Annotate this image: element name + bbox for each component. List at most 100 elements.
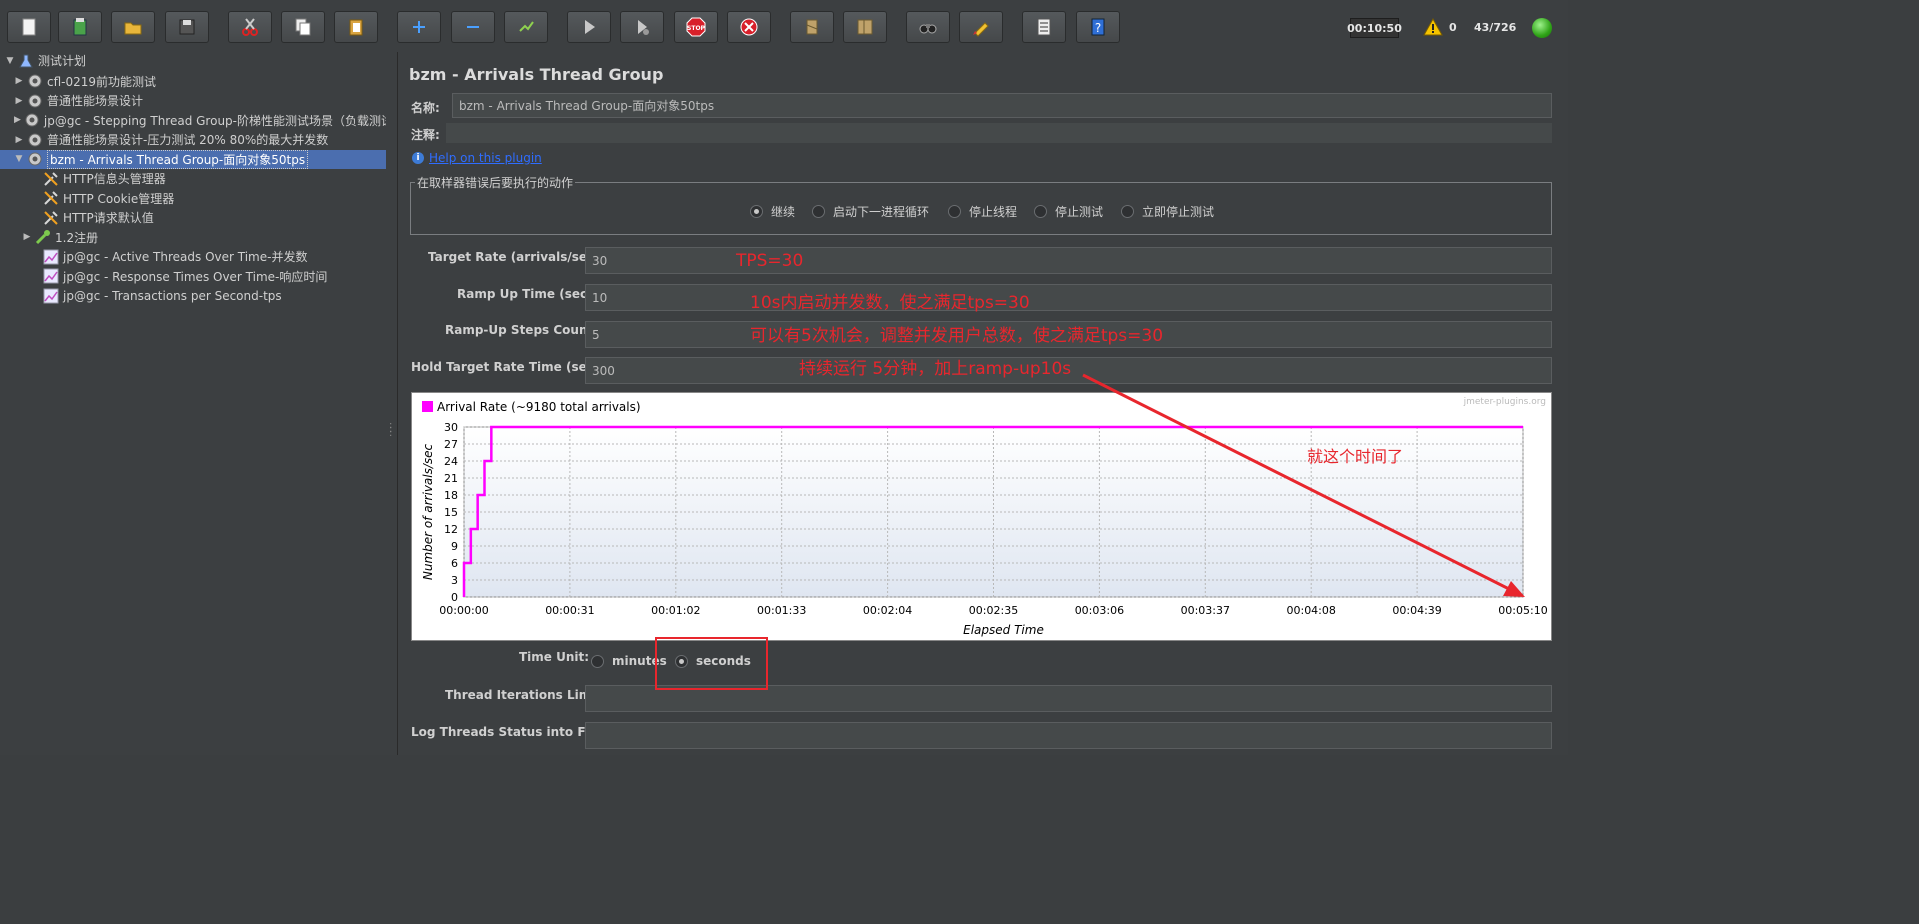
tree-item[interactable]: ▼ 测试计划 — [0, 51, 386, 70]
shutdown-button[interactable] — [727, 11, 771, 43]
graph-icon — [43, 268, 59, 284]
error-action-option[interactable]: 停止测试 — [1034, 203, 1103, 220]
tree-toggle-icon[interactable] — [30, 271, 40, 281]
legend-swatch — [422, 401, 433, 412]
pipette-icon — [35, 230, 50, 245]
search-button[interactable] — [906, 11, 950, 43]
tree-item[interactable]: ▼ bzm - Arrivals Thread Group-面向对象50tps — [0, 149, 386, 169]
collapse-all-icon — [467, 26, 479, 28]
graph-icon — [43, 249, 59, 264]
error-action-option[interactable]: 启动下一进程循环 — [812, 203, 929, 220]
start-button[interactable] — [567, 11, 611, 43]
help-link-row: i Help on this plugin — [412, 151, 542, 165]
shutdown-icon — [740, 18, 758, 36]
svg-text:?: ? — [1095, 21, 1101, 35]
tree-item[interactable]: HTTP请求默认值 — [0, 208, 386, 227]
clear-button[interactable] — [790, 11, 834, 43]
radio-button[interactable] — [948, 205, 961, 218]
tree-toggle-icon[interactable] — [30, 174, 40, 184]
tree-item[interactable]: HTTP Cookie管理器 — [0, 189, 386, 208]
tree-toggle-icon[interactable]: ▶ — [14, 115, 21, 125]
cut-icon — [242, 18, 258, 36]
tree-item-label: jp@gc - Stepping Thread Group-阶梯性能测试场景（负… — [43, 113, 386, 128]
tree-item-label: 普通性能场景设计-压力测试 20% 80%的最大并发数 — [47, 133, 329, 147]
tree-item-label: jp@gc - Response Times Over Time-响应时间 — [63, 269, 328, 284]
save-icon — [179, 19, 195, 35]
reset-search-button[interactable] — [959, 11, 1003, 43]
templates-button[interactable] — [58, 11, 102, 43]
x-tick-label: 00:00:00 — [439, 604, 488, 617]
tree-toggle-icon[interactable]: ▶ — [22, 232, 32, 242]
ramp-up-steps-label: Ramp-Up Steps Count: — [445, 323, 599, 337]
x-tick-label: 00:00:31 — [545, 604, 594, 617]
gear-icon — [25, 113, 39, 127]
paste-icon — [349, 19, 363, 36]
tree-toggle-icon[interactable]: ▶ — [14, 76, 24, 86]
tree-toggle-icon[interactable] — [30, 291, 40, 301]
new-button[interactable] — [7, 11, 51, 43]
help-button[interactable]: ? — [1076, 11, 1120, 43]
target-rate-field[interactable]: 30 — [585, 247, 1552, 274]
comment-label: 注释: — [411, 128, 440, 142]
x-tick-label: 00:01:02 — [651, 604, 700, 617]
copy-button[interactable] — [281, 11, 325, 43]
comment-field[interactable] — [446, 123, 1552, 143]
start-no-timers-button[interactable] — [620, 11, 664, 43]
x-tick-label: 00:01:33 — [757, 604, 806, 617]
y-tick-label: 9 — [451, 540, 458, 553]
help-on-plugin-link[interactable]: Help on this plugin — [429, 151, 542, 165]
tree-item[interactable]: jp@gc - Active Threads Over Time-并发数 — [0, 247, 386, 266]
tree-item[interactable]: ▶ 普通性能场景设计 — [0, 91, 386, 110]
expand-all-button[interactable] — [397, 11, 441, 43]
gear-icon — [28, 74, 42, 88]
clear-all-button[interactable] — [843, 11, 887, 43]
tree-toggle-icon[interactable] — [30, 213, 40, 223]
hold-time-label: Hold Target Rate Time (sec): — [411, 360, 605, 374]
error-action-option[interactable]: 继续 — [750, 203, 795, 220]
radio-button[interactable] — [1034, 205, 1047, 218]
target-rate-label: Target Rate (arrivals/sec): — [428, 250, 605, 264]
warning-icon[interactable] — [1423, 18, 1443, 36]
tree-item[interactable]: jp@gc - Response Times Over Time-响应时间 — [0, 267, 386, 286]
sampler-error-action-group: 在取样器错误后要执行的动作 继续 启动下一进程循环 停止线程 停止测试 立即停止测试 — [410, 174, 1552, 235]
radio-button[interactable] — [812, 205, 825, 218]
tree-toggle-icon[interactable] — [30, 193, 40, 203]
tree-toggle-icon[interactable]: ▼ — [14, 154, 24, 164]
tree-toggle-icon[interactable] — [30, 252, 40, 262]
log-threads-field[interactable] — [585, 722, 1552, 749]
tree-item[interactable]: ▶ 1.2注册 — [0, 228, 386, 247]
annotation-seconds-highlight — [655, 637, 768, 690]
function-helper-button[interactable] — [1022, 11, 1066, 43]
tree-item[interactable]: ▶ 普通性能场景设计-压力测试 20% 80%的最大并发数 — [0, 130, 386, 149]
start-icon — [585, 20, 595, 34]
open-button[interactable] — [111, 11, 155, 43]
radio-button[interactable] — [1121, 205, 1134, 218]
tree-item[interactable]: HTTP信息头管理器 — [0, 169, 386, 188]
tree-toggle-icon[interactable]: ▶ — [14, 135, 24, 145]
templates-icon — [73, 18, 87, 36]
error-action-label: 继续 — [771, 205, 796, 219]
tree-item[interactable]: ▶ cfl-0219前功能测试 — [0, 72, 386, 91]
radio-button[interactable] — [750, 205, 763, 218]
name-field[interactable]: bzm - Arrivals Thread Group-面向对象50tps — [452, 93, 1552, 118]
cut-button[interactable] — [228, 11, 272, 43]
tree-toggle-icon[interactable]: ▶ — [14, 96, 24, 106]
ramp-up-field[interactable]: 10 — [585, 284, 1552, 311]
save-button[interactable] — [165, 11, 209, 43]
tree-item[interactable]: ▶ jp@gc - Stepping Thread Group-阶梯性能测试场景（… — [0, 111, 386, 130]
name-label: 名称: — [411, 101, 440, 115]
error-action-option[interactable]: 立即停止测试 — [1121, 203, 1214, 220]
paste-button[interactable] — [334, 11, 378, 43]
wrench-icon — [44, 171, 58, 186]
toggle-button[interactable] — [504, 11, 548, 43]
tree-item-label: HTTP Cookie管理器 — [63, 191, 175, 206]
error-action-option[interactable]: 停止线程 — [948, 203, 1017, 220]
warning-count: 0 — [1449, 21, 1457, 34]
split-pane-divider[interactable]: ::: — [386, 52, 398, 755]
stop-button[interactable]: STOP — [674, 11, 718, 43]
help-icon: ? — [1091, 18, 1105, 36]
tree-toggle-icon[interactable]: ▼ — [5, 56, 15, 66]
radio-button[interactable] — [591, 654, 604, 668]
tree-item[interactable]: jp@gc - Transactions per Second-tps — [0, 286, 386, 305]
collapse-all-button[interactable] — [451, 11, 495, 43]
